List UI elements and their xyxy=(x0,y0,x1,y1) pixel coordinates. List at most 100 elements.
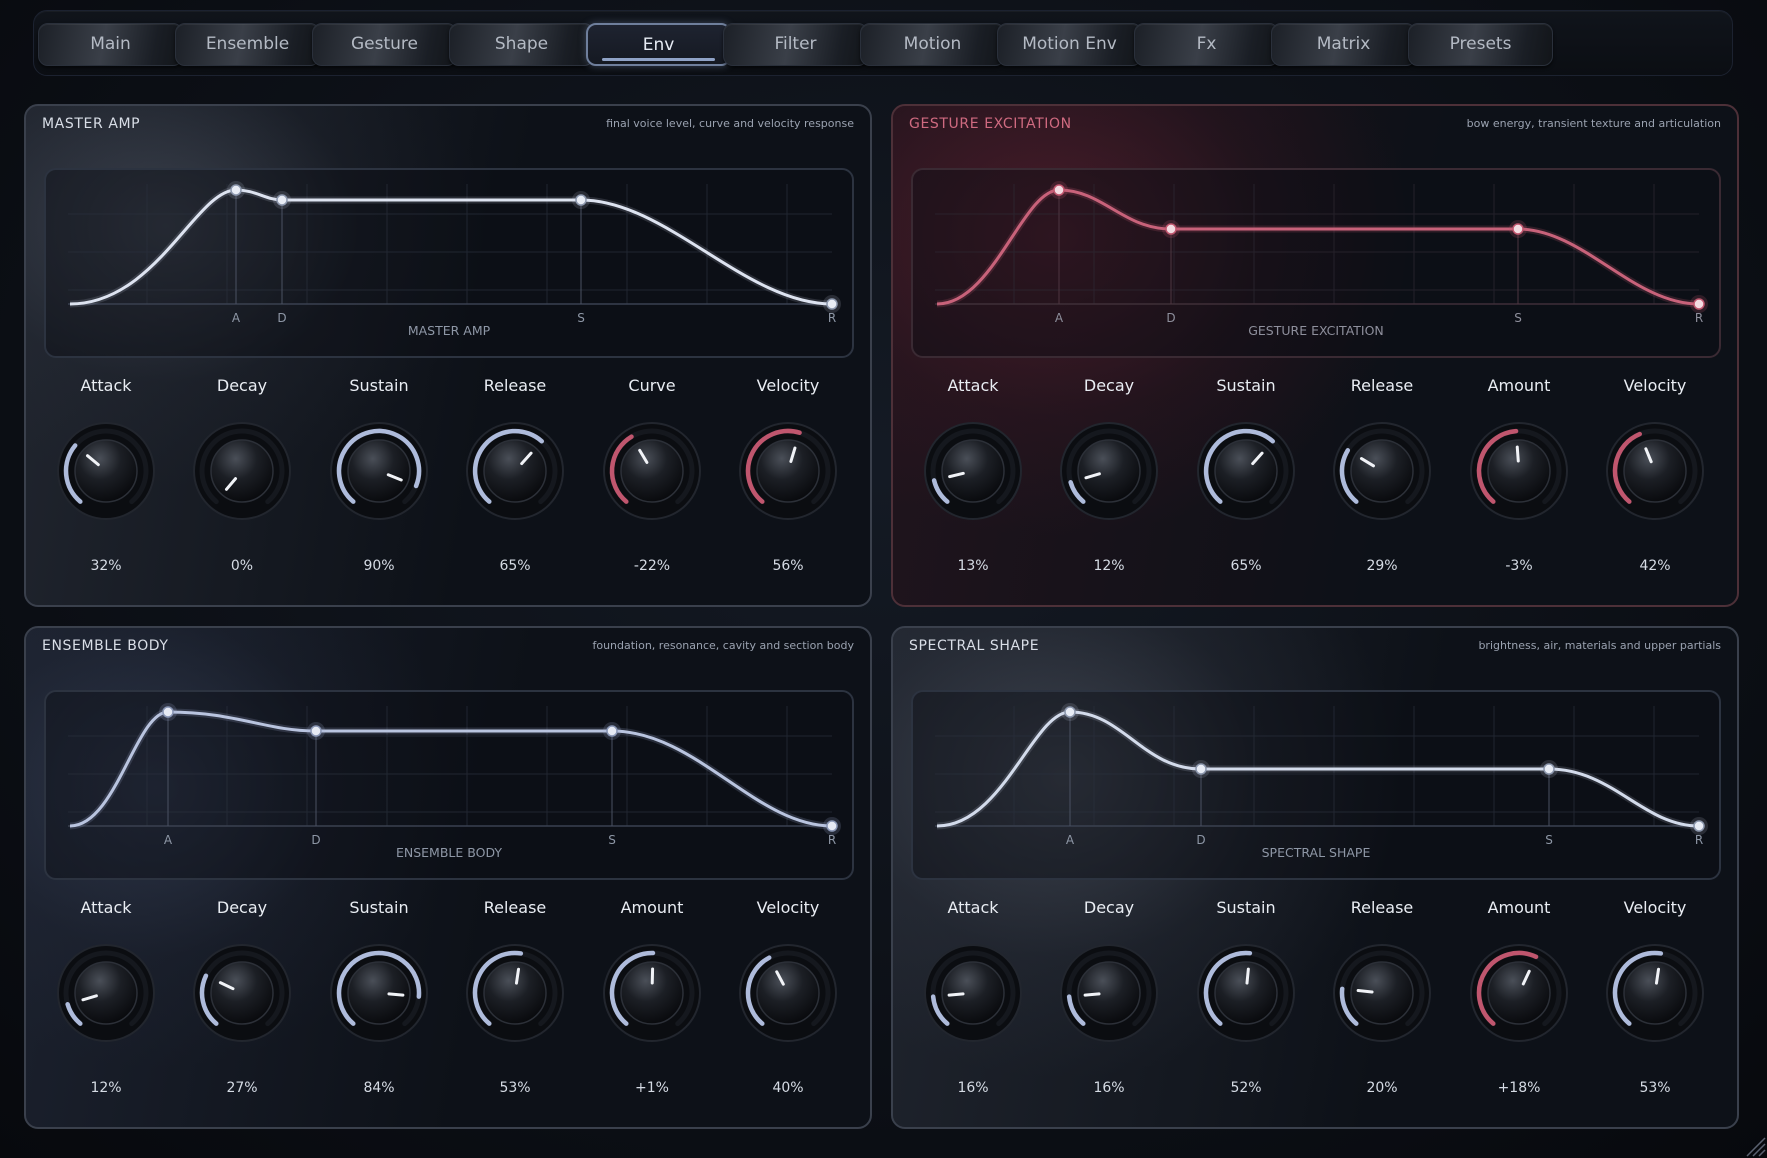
sustain-knob[interactable] xyxy=(1196,421,1296,521)
graph-grid xyxy=(68,706,832,826)
tab-motion[interactable]: Motion xyxy=(860,23,1005,66)
tab-fx[interactable]: Fx xyxy=(1134,23,1279,66)
knob-label: Sustain xyxy=(1216,898,1276,917)
amount-knob[interactable] xyxy=(1469,943,1569,1043)
knob-label: Amount xyxy=(620,898,684,917)
decay-node[interactable] xyxy=(1195,763,1207,775)
knob-label: Sustain xyxy=(349,376,409,395)
tab-env[interactable]: Env xyxy=(586,23,731,66)
knob-label: Sustain xyxy=(349,898,409,917)
knob-pointer xyxy=(1654,967,1661,985)
knob-label: Attack xyxy=(947,898,999,917)
decay-knob[interactable] xyxy=(192,943,292,1043)
knob-pointer xyxy=(514,967,521,985)
decay-knob[interactable] xyxy=(192,421,292,521)
decay-knob[interactable] xyxy=(1059,421,1159,521)
knob-label: Decay xyxy=(1083,898,1135,917)
curve-knob[interactable] xyxy=(602,421,702,521)
tab-filter[interactable]: Filter xyxy=(723,23,868,66)
stage-label-d: D xyxy=(277,311,286,325)
knob-pointer xyxy=(387,992,405,997)
knob-control: Velocity 40% xyxy=(720,898,856,1118)
knob-control: Velocity 53% xyxy=(1587,898,1723,1118)
attack-node[interactable] xyxy=(162,706,174,718)
stage-markers xyxy=(235,190,582,304)
attack-knob[interactable] xyxy=(923,943,1023,1043)
knob-control: Curve -22% xyxy=(584,376,720,596)
sustain-knob[interactable] xyxy=(1196,943,1296,1043)
knob-control: Sustain 84% xyxy=(311,898,447,1118)
sustain-node[interactable] xyxy=(606,725,618,737)
release-knob[interactable] xyxy=(465,943,565,1043)
decay-node[interactable] xyxy=(276,194,288,206)
amount-knob[interactable] xyxy=(602,943,702,1043)
resize-grip-icon[interactable] xyxy=(1741,1132,1767,1158)
knob-label: Velocity xyxy=(756,376,820,395)
envelope-graph[interactable]: A D S R GESTURE EXCITATION xyxy=(911,168,1721,358)
tab-main[interactable]: Main xyxy=(38,23,183,66)
release-node[interactable] xyxy=(1693,820,1705,832)
knob-pointer xyxy=(1515,445,1520,463)
sustain-knob[interactable] xyxy=(329,421,429,521)
graph-label: SPECTRAL SHAPE xyxy=(1262,845,1371,860)
sustain-node[interactable] xyxy=(1512,223,1524,235)
knob-label: Velocity xyxy=(1623,376,1687,395)
knob-label: Velocity xyxy=(756,898,820,917)
sustain-knob[interactable] xyxy=(329,943,429,1043)
knob-value: 65% xyxy=(1230,558,1262,574)
stage-label-d: D xyxy=(311,833,320,847)
decay-node[interactable] xyxy=(1165,223,1177,235)
decay-node[interactable] xyxy=(310,725,322,737)
knob-value: 20% xyxy=(1366,1080,1398,1096)
attack-node[interactable] xyxy=(1064,706,1076,718)
tab-shape[interactable]: Shape xyxy=(449,23,594,66)
velocity-knob[interactable] xyxy=(1605,421,1705,521)
knob-pointer xyxy=(1245,967,1250,985)
release-knob[interactable] xyxy=(1332,421,1432,521)
knob-control: Velocity 42% xyxy=(1587,376,1723,596)
amount-knob[interactable] xyxy=(1469,421,1569,521)
sustain-node[interactable] xyxy=(1543,763,1555,775)
knob-value: 90% xyxy=(363,558,395,574)
graph-label: GESTURE EXCITATION xyxy=(1248,323,1384,338)
velocity-knob[interactable] xyxy=(1605,943,1705,1043)
envelope-graph[interactable]: A D S R MASTER AMP xyxy=(44,168,854,358)
decay-knob[interactable] xyxy=(1059,943,1159,1043)
release-node[interactable] xyxy=(826,820,838,832)
knob-label: Release xyxy=(483,376,547,395)
release-node[interactable] xyxy=(1693,298,1705,310)
velocity-knob[interactable] xyxy=(738,943,838,1043)
envelope-graph[interactable]: A D S R SPECTRAL SHAPE xyxy=(911,690,1721,880)
knob-control: Decay 0% xyxy=(174,376,310,596)
knob-value: 12% xyxy=(1093,558,1125,574)
knob-pointer xyxy=(947,992,965,997)
tab-motion-env[interactable]: Motion Env xyxy=(997,23,1142,66)
knob-value: +18% xyxy=(1497,1080,1541,1096)
release-knob[interactable] xyxy=(1332,943,1432,1043)
knob-value: -3% xyxy=(1505,558,1533,574)
tab-gesture[interactable]: Gesture xyxy=(312,23,457,66)
stage-label-r: R xyxy=(828,311,836,325)
panel-subtitle: brightness, air, materials and upper par… xyxy=(1478,639,1721,652)
sustain-node[interactable] xyxy=(575,194,587,206)
velocity-knob[interactable] xyxy=(738,421,838,521)
attack-node[interactable] xyxy=(230,184,242,196)
tab-matrix[interactable]: Matrix xyxy=(1271,23,1416,66)
knob-value: 0% xyxy=(230,558,254,574)
attack-knob[interactable] xyxy=(56,421,156,521)
knob-control: Attack 16% xyxy=(905,898,1041,1118)
envelope-graph[interactable]: A D S R ENSEMBLE BODY xyxy=(44,690,854,880)
release-knob[interactable] xyxy=(465,421,565,521)
tab-ensemble[interactable]: Ensemble xyxy=(175,23,320,66)
tab-presets[interactable]: Presets xyxy=(1408,23,1553,66)
knob-value: 29% xyxy=(1366,558,1398,574)
attack-node[interactable] xyxy=(1053,184,1065,196)
envelope-curve xyxy=(936,188,1700,306)
attack-knob[interactable] xyxy=(923,421,1023,521)
knob-value: 32% xyxy=(90,558,122,574)
attack-knob[interactable] xyxy=(56,943,156,1043)
knob-control: Decay 16% xyxy=(1041,898,1177,1118)
knob-value: -22% xyxy=(633,558,671,574)
release-node[interactable] xyxy=(826,298,838,310)
knob-control: Attack 13% xyxy=(905,376,1041,596)
